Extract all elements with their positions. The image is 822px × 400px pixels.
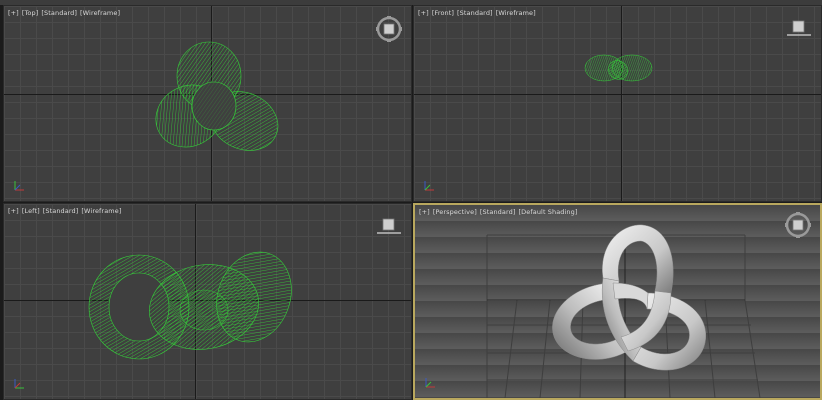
viewport-front[interactable]: [+] [Front] [Standard] [Wireframe] — [413, 5, 822, 202]
viewport-left[interactable]: [+] [Left] [Standard] [Wireframe] — [3, 203, 412, 400]
viewport-menu-button[interactable]: [+] — [418, 9, 429, 17]
wireframe-knot-top[interactable] — [144, 31, 294, 166]
view-type-label[interactable]: [Top] — [22, 9, 39, 17]
view-mode-label[interactable]: [Standard] — [41, 9, 77, 17]
view-mode-label[interactable]: [Standard] — [457, 9, 493, 17]
view-mode-label[interactable]: [Standard] — [43, 207, 79, 215]
view-mode-label[interactable]: [Standard] — [480, 208, 516, 216]
view-type-label[interactable]: [Left] — [22, 207, 40, 215]
axis-tripod-icon — [14, 181, 24, 191]
viewport-menu-button[interactable]: [+] — [8, 207, 19, 215]
viewport-top[interactable]: [+] [Top] [Standard] [Wireframe] — [3, 5, 412, 202]
wireframe-knot-front[interactable] — [582, 46, 657, 88]
viewport-menu-button[interactable]: [+] — [8, 9, 19, 17]
viewcube-icon[interactable] — [783, 210, 813, 240]
grid-axis-vertical — [621, 6, 622, 201]
axis-tripod-icon — [425, 378, 435, 388]
axis-tripod-icon — [14, 379, 24, 389]
shaded-trefoil-knot[interactable] — [543, 223, 713, 378]
viewport-label-front[interactable]: [+] [Front] [Standard] [Wireframe] — [418, 9, 539, 17]
wireframe-knot-left[interactable] — [84, 242, 299, 367]
viewport-label-top[interactable]: [+] [Top] [Standard] [Wireframe] — [8, 9, 123, 17]
shading-label[interactable]: [Default Shading] — [519, 208, 578, 216]
viewport-menu-button[interactable]: [+] — [419, 208, 430, 216]
axis-tripod-icon — [424, 181, 434, 191]
view-type-label[interactable]: [Perspective] — [433, 208, 477, 216]
viewport-perspective[interactable]: [+] [Perspective] [Standard] [Default Shadi… — [413, 203, 822, 400]
view-type-label[interactable]: [Front] — [432, 9, 454, 17]
viewport-label-perspective[interactable]: [+] [Perspective] [Standard] [Default Shadi… — [419, 208, 581, 216]
viewcube-icon[interactable] — [786, 18, 812, 40]
viewcube-icon[interactable] — [374, 14, 404, 44]
shading-label[interactable]: [Wireframe] — [81, 207, 121, 215]
grid-axis-horizontal — [414, 94, 821, 95]
shading-label[interactable]: [Wireframe] — [80, 9, 120, 17]
viewport-label-left[interactable]: [+] [Left] [Standard] [Wireframe] — [8, 207, 124, 215]
shading-label[interactable]: [Wireframe] — [496, 9, 536, 17]
viewcube-icon[interactable] — [376, 216, 402, 238]
